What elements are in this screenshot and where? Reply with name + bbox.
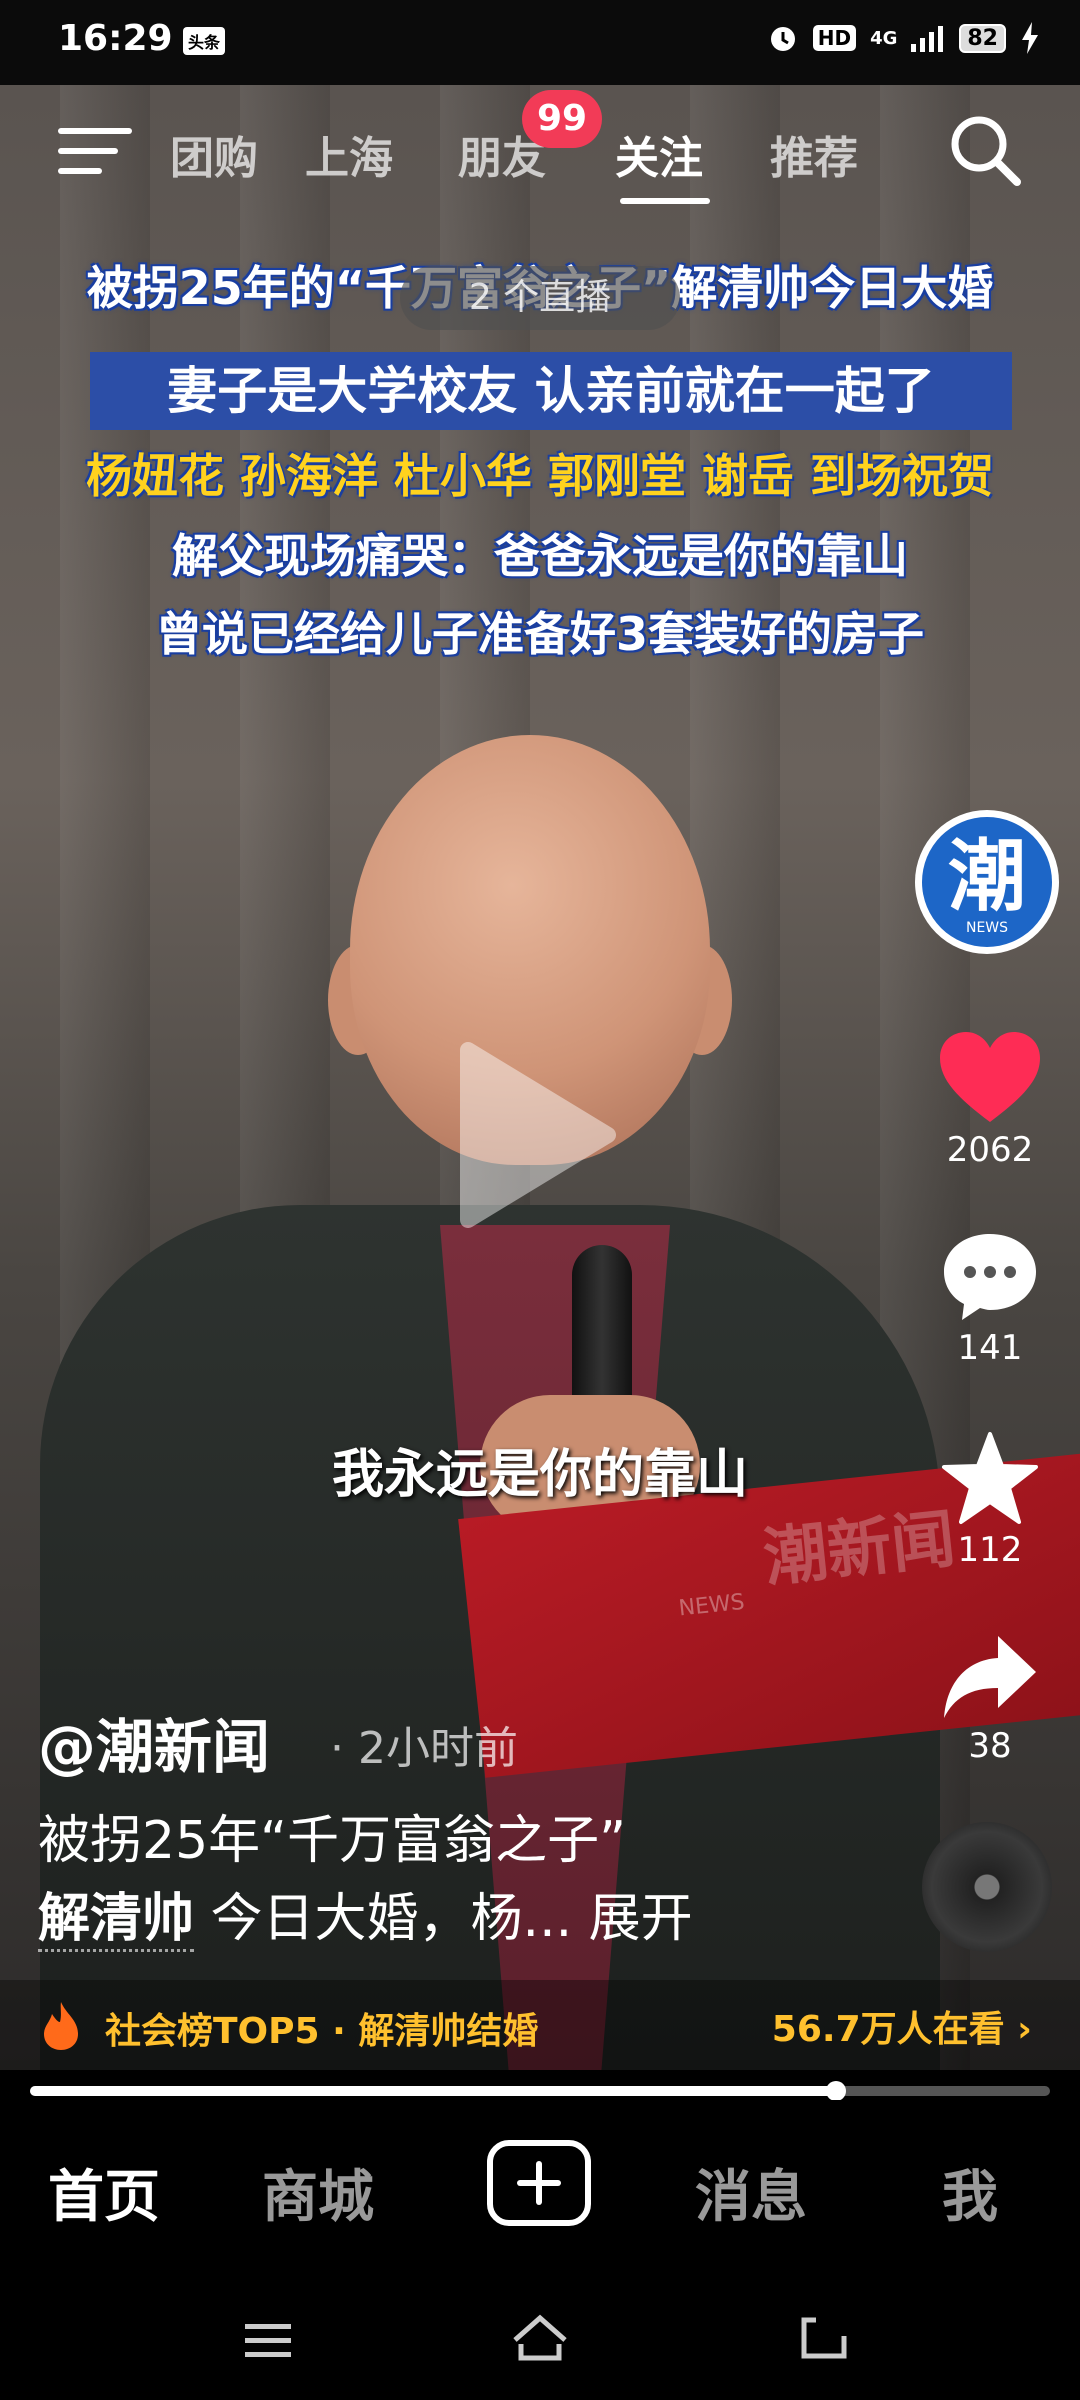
like-button[interactable]: 2062	[905, 1030, 1075, 1170]
heart-icon	[940, 1032, 1040, 1122]
share-button[interactable]: 38	[905, 1630, 1075, 1766]
clock: 16:29	[58, 18, 173, 59]
caption-line-1: 被拐25年“千万富翁之子”	[38, 1811, 627, 1871]
watermark-sub: NEWS	[677, 1589, 746, 1622]
star-icon	[942, 1432, 1038, 1524]
status-bar: 16:29 头条 HD 4G 82	[0, 0, 1080, 85]
menu-icon[interactable]	[58, 120, 132, 180]
battery-indicator: 82	[959, 23, 1006, 53]
like-count: 2062	[946, 1130, 1034, 1170]
caption-hashtag[interactable]: 解清帅	[38, 1889, 195, 1952]
play-icon[interactable]	[458, 1040, 618, 1230]
author-name[interactable]: @潮新闻	[38, 1700, 270, 1784]
progress-knob[interactable]	[825, 2081, 846, 2101]
comment-icon	[944, 1234, 1036, 1320]
active-tab-underline	[620, 198, 710, 204]
share-arrow-icon	[944, 1636, 1036, 1718]
app-notification-badge: 头条	[183, 27, 226, 55]
nav-mall[interactable]: 商城	[262, 2152, 374, 2233]
favorite-button[interactable]: 112	[905, 1430, 1075, 1570]
fire-icon	[44, 2002, 78, 2050]
headline-3: 杨妞花 孙海洋 杜小华 郭刚堂 谢岳 到场祝贺	[85, 449, 995, 503]
friends-badge: 99	[522, 90, 602, 148]
watching-count: 56.7万人在看 ›	[771, 2009, 1032, 2050]
home-icon[interactable]	[511, 2314, 569, 2362]
share-count: 38	[968, 1726, 1012, 1766]
create-post-button[interactable]	[487, 2140, 591, 2226]
tab-recommend[interactable]: 推荐	[770, 122, 858, 186]
avatar-news-label: NEWS	[965, 920, 1009, 936]
music-disc-icon[interactable]	[922, 1822, 1052, 1952]
caption-line-2[interactable]: 解清帅 今日大婚，杨... 展开	[38, 1876, 693, 1952]
favorite-count: 112	[957, 1530, 1023, 1570]
progress-fill	[30, 2086, 836, 2096]
charging-icon	[1022, 22, 1038, 54]
tab-shanghai[interactable]: 上海	[305, 122, 393, 186]
signal-icon	[911, 26, 944, 52]
comment-count: 141	[957, 1328, 1023, 1368]
top-nav: 团购 上海 朋友 99 关注 推荐	[0, 90, 1080, 220]
post-time-text: 2小时前	[357, 1723, 518, 1774]
author-avatar[interactable]: 潮 NEWS	[915, 810, 1059, 954]
headline-4: 解父现场痛哭：爸爸永远是你的靠山	[172, 529, 908, 583]
back-icon[interactable]	[800, 2316, 848, 2360]
nav-messages[interactable]: 消息	[695, 2152, 807, 2233]
caption-rest[interactable]: 今日大婚，杨... 展开	[211, 1889, 693, 1949]
playback-progress[interactable]	[30, 2081, 1050, 2101]
search-icon[interactable]	[945, 110, 1025, 190]
trending-label: 社会榜TOP5 · 解清帅结婚	[105, 2011, 539, 2052]
tab-following[interactable]: 关注	[615, 122, 703, 186]
nav-home[interactable]: 首页	[48, 2152, 160, 2233]
network-label: 4G	[870, 27, 898, 49]
comment-button[interactable]: 141	[905, 1230, 1075, 1368]
hd-icon: HD	[812, 25, 857, 51]
tab-group-buy[interactable]: 团购	[170, 122, 258, 186]
live-indicator-pill[interactable]: 2 个直播	[400, 266, 680, 330]
status-icons: HD 4G 82	[767, 22, 1040, 54]
post-time: · 2小时前	[330, 1723, 518, 1774]
bottom-nav: 首页 商城 消息 我	[0, 2100, 1080, 2280]
nav-me[interactable]: 我	[942, 2152, 998, 2233]
system-nav-bar	[0, 2280, 1080, 2400]
alarm-icon	[770, 27, 795, 51]
recent-apps-icon[interactable]	[245, 2320, 291, 2360]
headline-2: 妻子是大学校友 认亲前就在一起了	[90, 352, 1012, 430]
headline-5: 曾说已经给儿子准备好3套装好的房子	[155, 607, 924, 661]
trending-bar[interactable]: 社会榜TOP5 · 解清帅结婚 56.7万人在看 ›	[0, 1980, 1080, 2070]
